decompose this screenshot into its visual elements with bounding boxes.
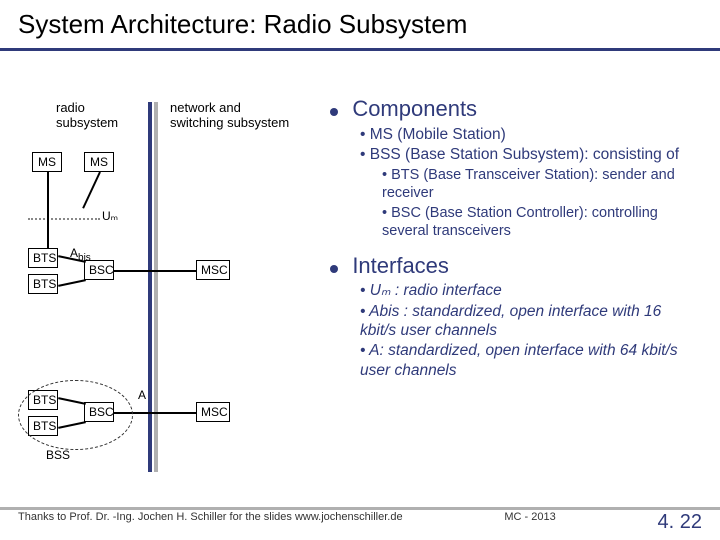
bullet-icon	[330, 265, 338, 273]
content: Components MS (Mobile Station) BSS (Base…	[330, 95, 700, 392]
connector	[114, 270, 196, 272]
page-number: 4. 22	[658, 511, 702, 534]
box-bts: BTS	[28, 248, 58, 268]
divider-line	[148, 102, 152, 472]
slide: System Architecture: Radio Subsystem rad…	[0, 0, 720, 540]
bullet-icon	[330, 108, 338, 116]
title-rule	[0, 48, 720, 51]
bss-ellipse	[18, 380, 133, 450]
box-bsc: BSC	[84, 260, 114, 280]
connector	[82, 172, 101, 209]
box-msc: MSC	[196, 402, 230, 422]
footer-course: MC - 2013	[504, 511, 555, 534]
label-radio-subsystem: radio subsystem	[56, 100, 146, 130]
list-item: MS (Mobile Station)	[360, 125, 700, 144]
section-components: Components	[330, 95, 700, 123]
box-ms: MS	[84, 152, 114, 172]
heading-components: Components	[352, 96, 477, 121]
list-item: A: standardized, open interface with 64 …	[360, 341, 700, 380]
interfaces-list: Uₘ : radio interface Abis : standardized…	[360, 281, 700, 380]
footer: Thanks to Prof. Dr. -Ing. Jochen H. Schi…	[18, 511, 702, 534]
box-msc: MSC	[196, 260, 230, 280]
connector	[58, 279, 86, 287]
list-item: BTS (Base Transceiver Station): sender a…	[382, 166, 700, 202]
list-item: Abis : standardized, open interface with…	[360, 302, 700, 341]
section-interfaces: Interfaces	[330, 252, 700, 280]
box-ms: MS	[32, 152, 62, 172]
um-dotted-line	[28, 218, 100, 220]
diagram: radio subsystem network and switching su…	[28, 100, 328, 480]
slide-title: System Architecture: Radio Subsystem	[0, 0, 720, 46]
label-a: A	[138, 388, 146, 402]
heading-interfaces: Interfaces	[352, 253, 449, 278]
list-item: BSC (Base Station Controller): controlli…	[382, 204, 700, 240]
label-bss: BSS	[46, 448, 70, 462]
footer-rule	[0, 507, 720, 510]
divider-line-shadow	[154, 102, 158, 472]
box-bts: BTS	[28, 274, 58, 294]
label-nss: network and switching subsystem	[170, 100, 290, 130]
footer-credit: Thanks to Prof. Dr. -Ing. Jochen H. Schi…	[18, 511, 403, 534]
label-um: Uₘ	[102, 209, 118, 223]
list-item: BSS (Base Station Subsystem): consisting…	[360, 145, 700, 164]
connector	[47, 172, 49, 250]
list-item: Uₘ : radio interface	[360, 281, 700, 300]
components-list: MS (Mobile Station) BSS (Base Station Su…	[360, 125, 700, 240]
